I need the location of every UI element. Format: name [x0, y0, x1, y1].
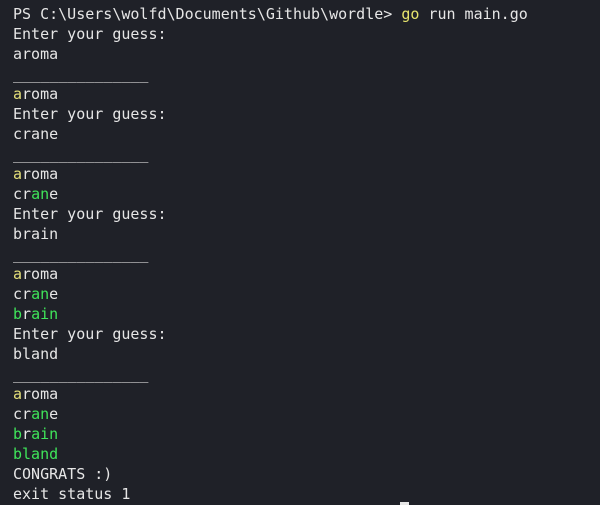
letter-miss: cr [13, 405, 32, 423]
terminal-output[interactable]: PS C:\Users\wolfd\Documents\Github\wordl… [0, 0, 600, 505]
guess-input: crane [13, 125, 59, 143]
guess-prompt: Enter your guess: [13, 25, 167, 43]
board-row-aroma: aroma [13, 84, 600, 104]
board-row-brain: brain [13, 304, 600, 324]
guess-input: bland [13, 345, 59, 363]
letter-miss: r [22, 305, 32, 323]
letter-match-green: an [31, 285, 50, 303]
letter-miss: cr [13, 285, 32, 303]
command-go: go [401, 5, 420, 23]
separator: _______________ [13, 145, 149, 163]
letter-miss: e [49, 405, 59, 423]
letter-match-yellow: a [13, 385, 23, 403]
letter-miss: roma [22, 85, 59, 103]
letter-match-green: an [31, 185, 50, 203]
guess-prompt: Enter your guess: [13, 325, 167, 343]
letter-miss: roma [22, 385, 59, 403]
board-row-crane: crane [13, 404, 600, 424]
letter-match-green: an [31, 405, 50, 423]
command-line: PS C:\Users\wolfd\Documents\Github\wordl… [13, 4, 600, 24]
separator: _______________ [13, 365, 149, 383]
letter-match-green: bland [13, 445, 59, 463]
guess-prompt: Enter your guess: [13, 105, 167, 123]
letter-miss: roma [22, 265, 59, 283]
letter-match-green: ain [31, 305, 59, 323]
separator: _______________ [13, 245, 149, 263]
guess-input: aroma [13, 45, 59, 63]
exit-status: exit status 1 [13, 485, 131, 503]
letter-miss: r [22, 425, 32, 443]
letter-match-yellow: a [13, 265, 23, 283]
letter-match-yellow: a [13, 85, 23, 103]
board-row-brain: brain [13, 424, 600, 444]
letter-miss: roma [22, 165, 59, 183]
separator: _______________ [13, 65, 149, 83]
letter-match-green: b [13, 425, 23, 443]
guess-prompt: Enter your guess: [13, 205, 167, 223]
board-row-bland: bland [13, 444, 600, 464]
board-row-crane: crane [13, 284, 600, 304]
board-row-crane: crane [13, 184, 600, 204]
board-row-aroma: aroma [13, 384, 600, 404]
letter-match-green: b [13, 305, 23, 323]
board-row-aroma: aroma [13, 264, 600, 284]
letter-miss: e [49, 285, 59, 303]
letter-miss: cr [13, 185, 32, 203]
letter-match-yellow: a [13, 165, 23, 183]
prompt-path: PS C:\Users\wolfd\Documents\Github\wordl… [13, 5, 402, 23]
board-row-aroma: aroma [13, 164, 600, 184]
guess-input: brain [13, 225, 59, 243]
congrats-message: CONGRATS :) [13, 465, 113, 483]
letter-miss: e [49, 185, 59, 203]
command-args: run main.go [419, 5, 528, 23]
letter-match-green: ain [31, 425, 59, 443]
